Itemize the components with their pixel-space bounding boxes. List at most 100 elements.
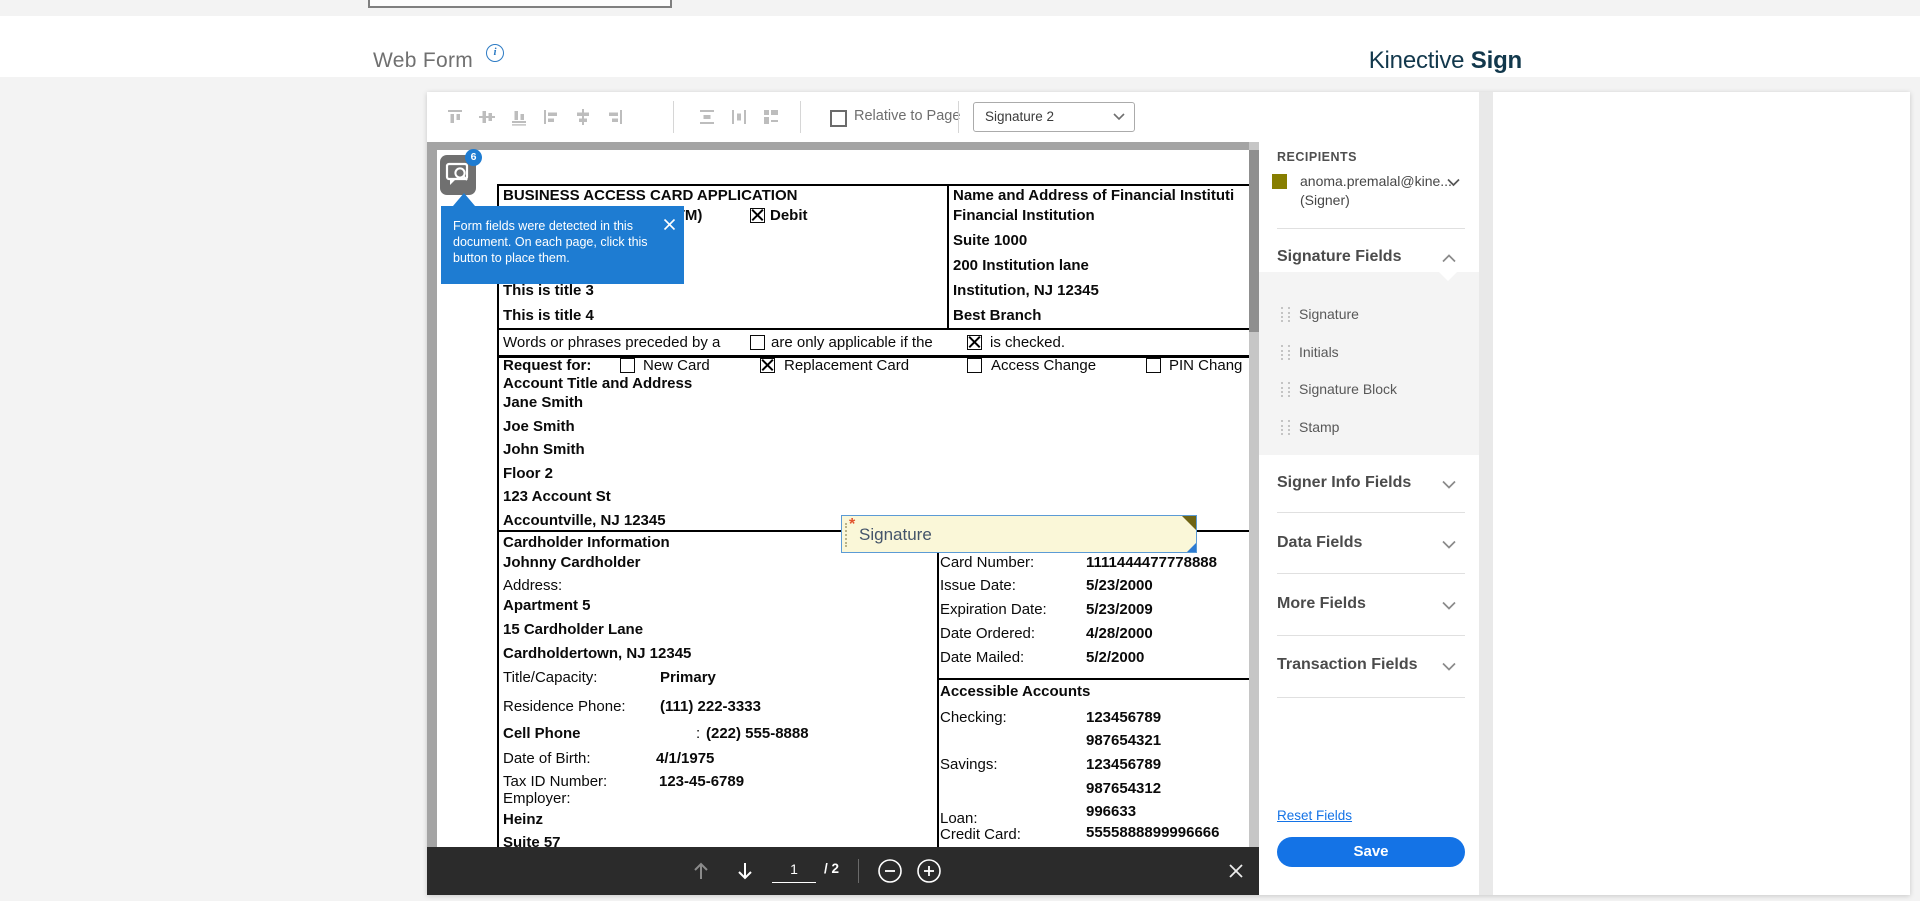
- section-transaction-fields[interactable]: Transaction Fields: [1277, 656, 1417, 674]
- doc-title3: This is title 3: [503, 282, 594, 299]
- save-button[interactable]: Save: [1277, 837, 1465, 867]
- loan-value: 996633: [1086, 803, 1136, 820]
- savings-value: 987654312: [1086, 780, 1161, 797]
- align-left-icon[interactable]: [539, 105, 563, 129]
- account-line: Joe Smith: [503, 418, 575, 435]
- match-size-icon[interactable]: [759, 105, 783, 129]
- required-asterisk: *: [849, 516, 855, 534]
- sidebar-divider: [1277, 697, 1465, 698]
- info-icon[interactable]: i: [486, 44, 504, 62]
- card-row-label: Date Ordered:: [940, 625, 1035, 642]
- main-panel: Relative to Page Signature 2 BUSINESS A: [427, 92, 1910, 895]
- loan-label: Loan:: [940, 810, 978, 827]
- tooltip-close-icon[interactable]: [663, 218, 676, 231]
- distribute-horizontally-icon[interactable]: [727, 105, 751, 129]
- account-line: Floor 2: [503, 465, 553, 482]
- sidebar-divider: [1277, 573, 1465, 574]
- zoom-out-button[interactable]: [877, 847, 903, 895]
- table-border: [497, 328, 1249, 330]
- chevron-down-icon[interactable]: [1442, 540, 1456, 549]
- card-row-label: Card Number:: [940, 554, 1034, 571]
- brand-regular: Kinective: [1369, 47, 1465, 74]
- close-viewer-button[interactable]: [1228, 847, 1244, 895]
- card-row-value: 4/28/2000: [1086, 625, 1153, 642]
- field-item-stamp[interactable]: Stamp: [1299, 419, 1339, 435]
- align-top-icon[interactable]: [443, 105, 467, 129]
- field-item-initials[interactable]: Initials: [1299, 344, 1339, 360]
- section-more-fields[interactable]: More Fields: [1277, 595, 1366, 613]
- dob-label: Date of Birth:: [503, 750, 591, 767]
- page-total-label: / 2: [824, 861, 839, 876]
- place-detected-fields-button[interactable]: 6: [440, 155, 476, 195]
- recipient-color-corner: [1182, 516, 1196, 530]
- debit-label: Debit: [770, 207, 808, 224]
- debit-checkbox: [750, 208, 765, 223]
- field-selector-value: Signature 2: [985, 109, 1054, 124]
- field-item-signature[interactable]: Signature: [1299, 306, 1359, 322]
- zoom-in-button[interactable]: [916, 847, 942, 895]
- chevron-up-icon[interactable]: [1442, 254, 1456, 263]
- request-label: Request for:: [503, 357, 591, 374]
- institution-line: Financial Institution: [953, 207, 1095, 224]
- institution-line: Suite 1000: [953, 232, 1027, 249]
- toolbar-divider: [800, 101, 801, 133]
- sidebar-divider: [1277, 228, 1465, 229]
- align-middle-icon[interactable]: [475, 105, 499, 129]
- previous-page-button[interactable]: [690, 847, 712, 895]
- align-bottom-icon[interactable]: [507, 105, 531, 129]
- align-right-icon[interactable]: [603, 105, 627, 129]
- document-viewer: BUSINESS ACCESS CARD APPLICATION ATM) De…: [427, 142, 1259, 895]
- chevron-down-icon[interactable]: [1442, 601, 1456, 610]
- distribute-vertically-icon[interactable]: [695, 105, 719, 129]
- institution-line: Institution, NJ 12345: [953, 282, 1099, 299]
- reset-fields-link[interactable]: Reset Fields: [1277, 808, 1352, 823]
- section-data-fields[interactable]: Data Fields: [1277, 534, 1362, 552]
- panel-notch: [1439, 272, 1457, 281]
- savings-label: Savings:: [940, 756, 998, 773]
- page-number-input[interactable]: 1: [772, 856, 816, 883]
- viewer-scrollbar-track[interactable]: [1249, 142, 1259, 847]
- account-header: Account Title and Address: [503, 375, 692, 392]
- section-signature-fields[interactable]: Signature Fields: [1277, 248, 1401, 266]
- chevron-down-icon[interactable]: [1442, 480, 1456, 489]
- chevron-down-icon[interactable]: [1447, 178, 1460, 187]
- section-signer-info-fields[interactable]: Signer Info Fields: [1277, 474, 1411, 492]
- residence-phone-value: (111) 222-3333: [660, 698, 761, 715]
- control-bar-divider: [858, 859, 859, 883]
- chevron-down-icon[interactable]: [1442, 662, 1456, 671]
- align-center-icon[interactable]: [571, 105, 595, 129]
- accessible-accounts-header: Accessible Accounts: [940, 683, 1090, 700]
- brand-logo: Kinective Sign: [1369, 47, 1522, 75]
- drag-handle-icon: [1281, 307, 1290, 322]
- chevron-down-icon: [1113, 113, 1125, 121]
- toolbar-divider: [958, 101, 959, 133]
- residence-phone-label: Residence Phone:: [503, 698, 626, 715]
- pin-change-checkbox: [1146, 358, 1161, 373]
- recipient-role: (Signer): [1300, 192, 1350, 208]
- field-selector[interactable]: Signature 2: [973, 102, 1135, 132]
- address-line: Cardholdertown, NJ 12345: [503, 645, 691, 662]
- sidebar-scrollbar[interactable]: [1479, 92, 1493, 895]
- signature-field-overlay[interactable]: * Signature: [841, 515, 1197, 553]
- recipients-header: RECIPIENTS: [1277, 150, 1357, 164]
- cell-phone-label: Cell Phone: [503, 725, 581, 742]
- fields-detected-tooltip: Form fields were detected in this docume…: [441, 206, 684, 284]
- field-item-signature-block[interactable]: Signature Block: [1299, 381, 1397, 397]
- card-row-value: 5/2/2000: [1086, 649, 1144, 666]
- resize-handle[interactable]: [1187, 543, 1196, 552]
- tax-id-label: Tax ID Number:: [503, 773, 607, 790]
- card-row-value: 5/23/2009: [1086, 601, 1153, 618]
- card-row-label: Issue Date:: [940, 577, 1016, 594]
- words-suffix: is checked.: [990, 334, 1065, 351]
- doc-title: BUSINESS ACCESS CARD APPLICATION: [503, 187, 797, 204]
- relative-to-page-checkbox[interactable]: [830, 110, 847, 127]
- table-border: [937, 678, 1249, 680]
- tooltip-arrow: [453, 193, 475, 206]
- replacement-card-checkbox: [760, 358, 775, 373]
- next-page-button[interactable]: [734, 847, 756, 895]
- viewer-control-bar: 1 / 2: [427, 847, 1259, 895]
- toolbar-divider: [673, 101, 674, 133]
- card-row-value: 1111444477778888: [1086, 554, 1217, 571]
- viewer-scrollbar-thumb[interactable]: [1249, 150, 1259, 332]
- page-title: Web Form: [373, 49, 473, 73]
